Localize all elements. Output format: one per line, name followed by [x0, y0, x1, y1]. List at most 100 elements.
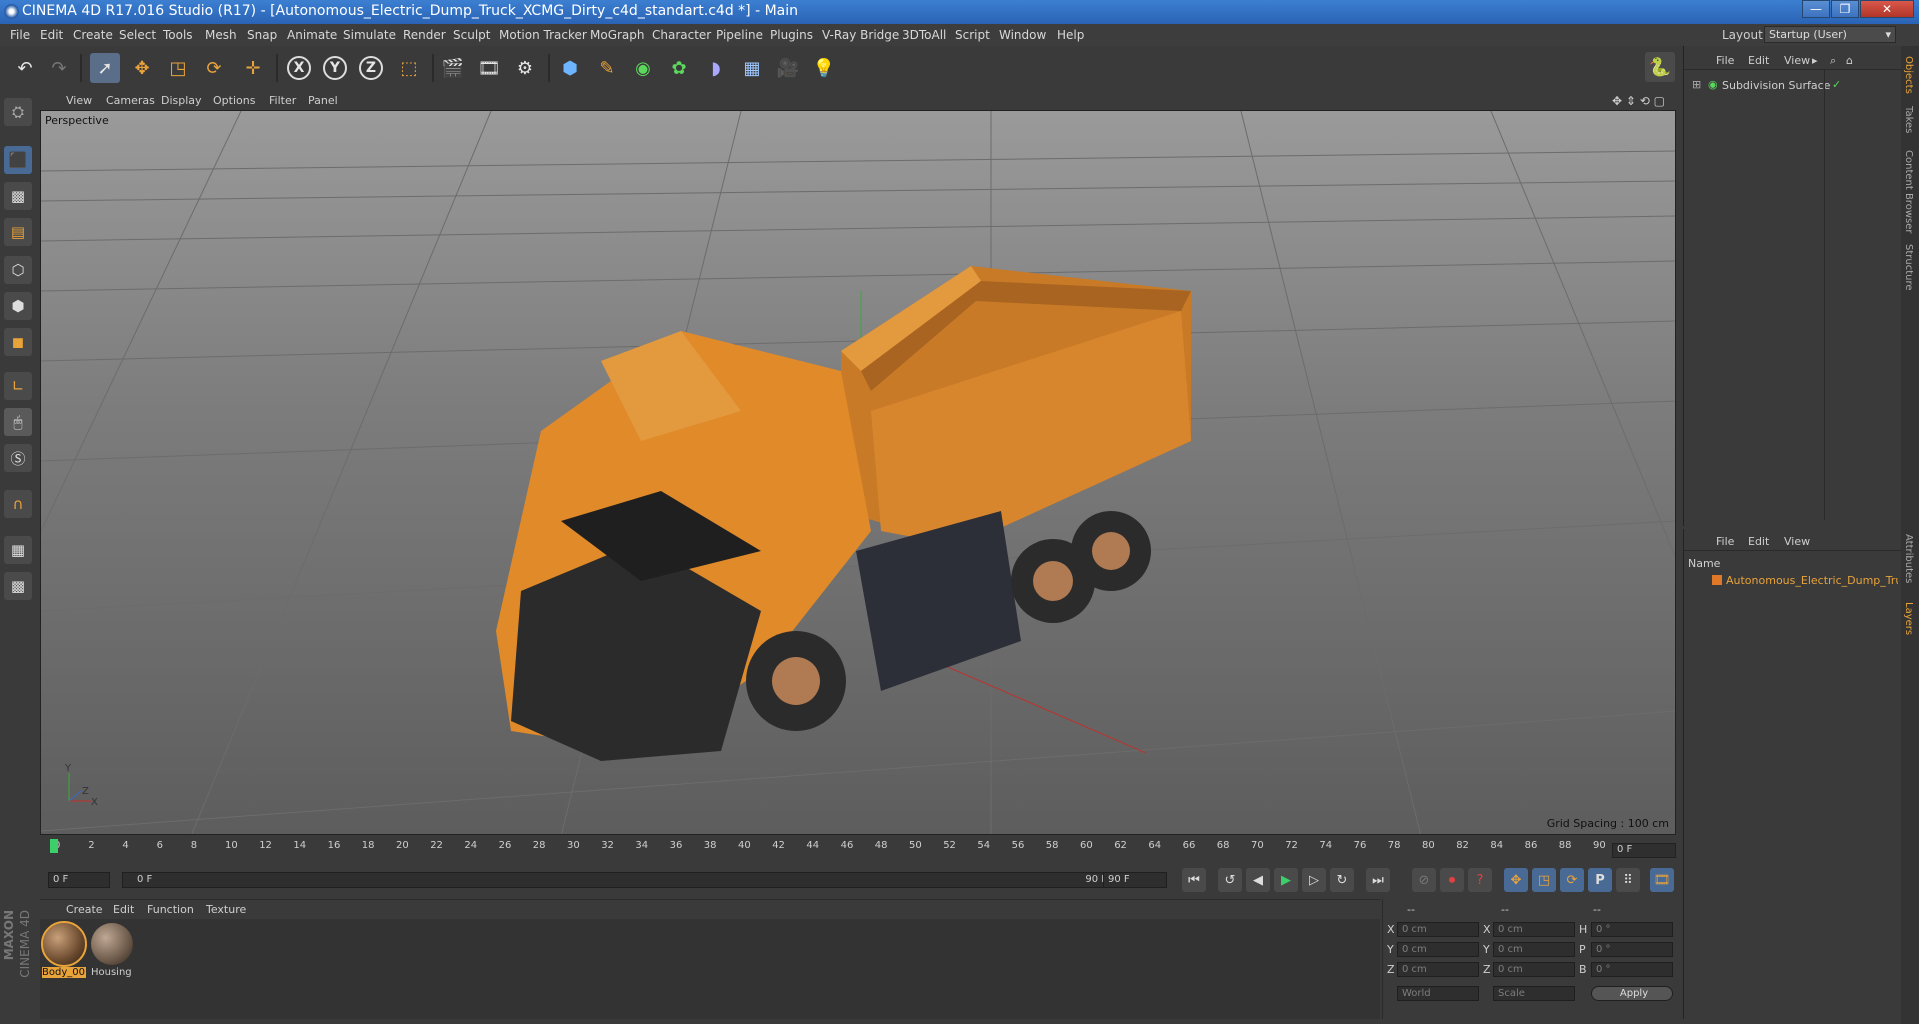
x-axis-icon[interactable]: X: [284, 53, 314, 83]
redo-icon[interactable]: ↷: [44, 53, 74, 83]
make-editable-icon[interactable]: ⛭: [4, 98, 32, 126]
rotation-p-field[interactable]: 0 °: [1591, 942, 1673, 957]
select-icon[interactable]: ➚: [90, 53, 120, 83]
key-position-icon[interactable]: ✥: [1504, 868, 1528, 892]
axis-mode-icon[interactable]: ∟: [4, 372, 32, 400]
current-frame-field[interactable]: 0 F: [1612, 843, 1676, 858]
end-frame-field[interactable]: 90 F: [1103, 872, 1167, 888]
prev-key-icon[interactable]: ↺: [1218, 868, 1242, 892]
menu-sculpt[interactable]: Sculpt: [453, 28, 490, 42]
object-menu-file[interactable]: File: [1716, 54, 1734, 67]
magnet-icon[interactable]: ∩: [4, 490, 32, 518]
next-key-icon[interactable]: ↻: [1330, 868, 1354, 892]
search-icon[interactable]: ⌕: [1830, 54, 1836, 68]
size-x-field[interactable]: 0 cm: [1493, 922, 1575, 937]
menu-window[interactable]: Window: [999, 28, 1046, 42]
perspective-viewport[interactable]: Y X Z Perspective Grid Spacing : 100 cm: [40, 110, 1676, 835]
lock-workplane-icon[interactable]: ▦: [4, 536, 32, 564]
maximize-button[interactable]: ❐: [1831, 0, 1859, 18]
goto-end-icon[interactable]: ⏭: [1366, 868, 1390, 892]
size-y-field[interactable]: 0 cm: [1493, 942, 1575, 957]
menu-mograph[interactable]: MoGraph: [590, 28, 645, 42]
key-pla-icon[interactable]: ⠿: [1616, 868, 1640, 892]
coord-transform-select[interactable]: Scale: [1493, 986, 1575, 1001]
home-icon[interactable]: ⌂: [1846, 54, 1853, 67]
position-y-field[interactable]: 0 cm: [1397, 942, 1479, 957]
floor-icon[interactable]: ▦: [737, 53, 767, 83]
cube-icon[interactable]: ⬢: [555, 53, 585, 83]
camera-icon[interactable]: 🎥: [773, 53, 803, 83]
apply-button[interactable]: Apply: [1591, 986, 1673, 1001]
pen-icon[interactable]: ✎: [592, 53, 622, 83]
y-axis-icon[interactable]: Y: [320, 53, 350, 83]
tab-content-browser[interactable]: Content Browser: [1903, 150, 1914, 233]
minimize-button[interactable]: —: [1802, 0, 1830, 18]
close-button[interactable]: ✕: [1860, 0, 1914, 18]
key-param-icon[interactable]: P: [1588, 868, 1612, 892]
rotate-icon[interactable]: ⟳: [199, 53, 229, 83]
object-row-subdivision-surface[interactable]: ⊞ ◉ Subdivision Surface ✓: [1684, 76, 1902, 94]
rotation-h-field[interactable]: 0 °: [1591, 922, 1673, 937]
tweak-mode-icon[interactable]: 🖱: [4, 408, 32, 436]
scale-icon[interactable]: ◳: [163, 53, 193, 83]
menu-file[interactable]: File: [10, 28, 30, 42]
move-icon[interactable]: ✥: [127, 53, 157, 83]
key-rotation-icon[interactable]: ⟳: [1560, 868, 1584, 892]
object-menu-more-icon[interactable]: ▸: [1812, 54, 1818, 67]
viewport-menu-view[interactable]: View: [66, 94, 92, 107]
undo-icon[interactable]: ↶: [10, 53, 40, 83]
menu-character[interactable]: Character: [652, 28, 711, 42]
model-mode-icon[interactable]: ⬛: [4, 146, 32, 174]
python-icon[interactable]: 🐍: [1645, 52, 1675, 82]
texture-mode-icon[interactable]: ▩: [4, 182, 32, 210]
object-menu-view[interactable]: View: [1784, 54, 1810, 67]
menu-mesh[interactable]: Mesh: [205, 28, 237, 42]
tab-structure[interactable]: Structure: [1903, 244, 1914, 291]
render-picture-viewer-icon[interactable]: 🎞: [474, 53, 504, 83]
tab-takes[interactable]: Takes: [1903, 106, 1914, 133]
menu-create[interactable]: Create: [73, 28, 113, 42]
transform-icon[interactable]: ✛: [238, 53, 268, 83]
layer-menu-view[interactable]: View: [1784, 535, 1810, 548]
material-swatch-housing[interactable]: [91, 923, 133, 965]
timeline-ruler[interactable]: 0246810121416182022242628303234363840424…: [40, 838, 1680, 858]
z-axis-icon[interactable]: Z: [356, 53, 386, 83]
menu-motion-tracker[interactable]: Motion Tracker: [499, 28, 587, 42]
deformer-icon[interactable]: ◗: [701, 53, 731, 83]
menu-help[interactable]: Help: [1057, 28, 1084, 42]
workplane-snap-icon[interactable]: ▩: [4, 572, 32, 600]
menu-simulate[interactable]: Simulate: [343, 28, 396, 42]
points-mode-icon[interactable]: ⬡: [4, 256, 32, 284]
coordinate-system-icon[interactable]: ⬚: [394, 53, 424, 83]
layout-select[interactable]: Startup (User) ▾: [1764, 26, 1896, 43]
position-z-field[interactable]: 0 cm: [1397, 962, 1479, 977]
subdivision-icon[interactable]: ◉: [628, 53, 658, 83]
tab-objects[interactable]: Objects: [1903, 56, 1914, 94]
expand-icon[interactable]: ⊞: [1692, 78, 1701, 91]
size-z-field[interactable]: 0 cm: [1493, 962, 1575, 977]
menu-3dtoall[interactable]: 3DToAll: [902, 28, 946, 42]
tab-layers[interactable]: Layers: [1903, 602, 1914, 635]
timeline-window-icon[interactable]: 🎞: [1650, 868, 1674, 892]
start-frame-field[interactable]: 0 F: [48, 872, 110, 888]
layer-menu-file[interactable]: File: [1716, 535, 1734, 548]
help-keyframe-icon[interactable]: ?: [1468, 868, 1492, 892]
key-scale-icon[interactable]: ◳: [1532, 868, 1556, 892]
material-menu-create[interactable]: Create: [66, 903, 103, 916]
next-frame-icon[interactable]: ▷: [1302, 868, 1326, 892]
viewport-menu-panel[interactable]: Panel: [308, 94, 338, 107]
viewport-navigate-icon[interactable]: ✥ ⇕ ⟲ ▢: [1612, 94, 1665, 108]
menu-snap[interactable]: Snap: [247, 28, 277, 42]
material-menu-texture[interactable]: Texture: [206, 903, 246, 916]
viewport-menu-display[interactable]: Display: [161, 94, 202, 107]
visibility-check-icon[interactable]: ✓: [1832, 78, 1841, 91]
light-icon[interactable]: 💡: [809, 53, 839, 83]
prev-frame-icon[interactable]: ◀: [1246, 868, 1270, 892]
snap-icon[interactable]: Ⓢ: [4, 444, 32, 472]
menu-plugins[interactable]: Plugins: [770, 28, 813, 42]
menu-vray-bridge[interactable]: V-Ray Bridge: [822, 28, 899, 42]
menu-render[interactable]: Render: [403, 28, 446, 42]
record-keys-off-icon[interactable]: ⊘: [1412, 868, 1436, 892]
menu-edit[interactable]: Edit: [40, 28, 63, 42]
workplane-icon[interactable]: ▤: [4, 218, 32, 246]
